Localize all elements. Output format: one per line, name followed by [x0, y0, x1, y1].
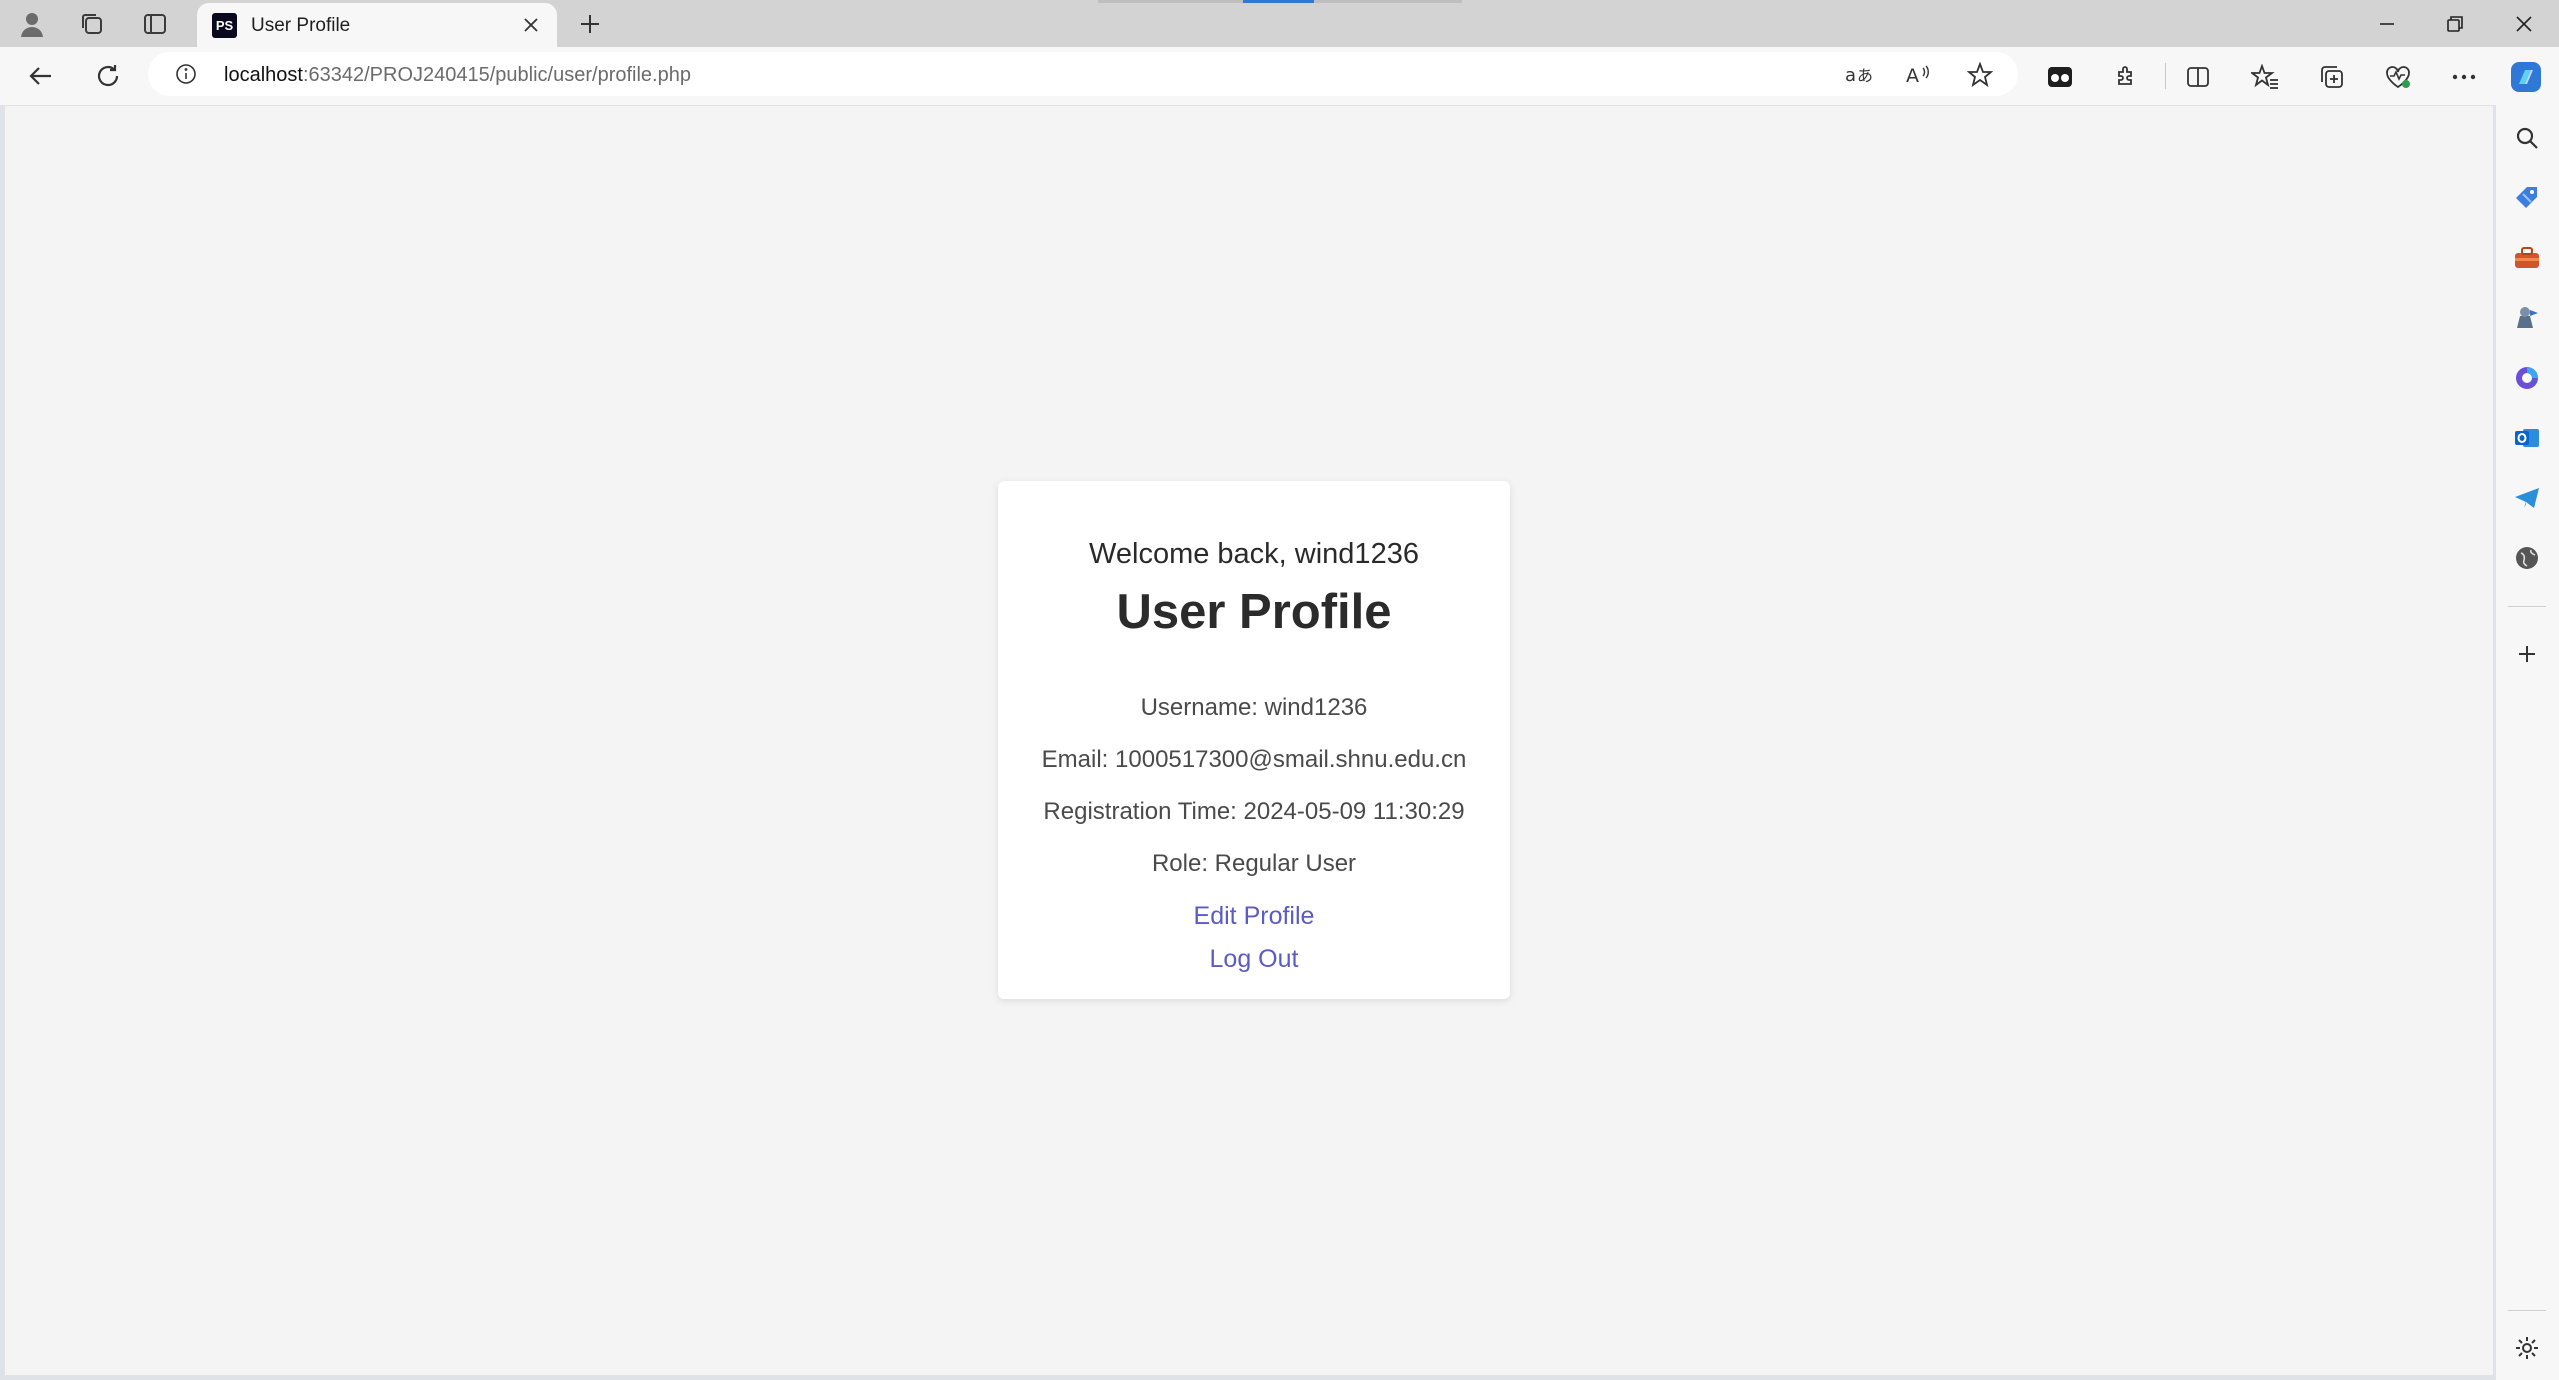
favorite-star-icon[interactable]: [1963, 58, 1997, 92]
svg-text:A: A: [1906, 65, 1919, 87]
add-icon[interactable]: [2510, 637, 2544, 671]
microsoft-365-icon[interactable]: [2510, 361, 2544, 395]
svg-text:a: a: [1845, 65, 1856, 86]
page-title: User Profile: [1116, 585, 1392, 639]
registration-time-field: Registration Time: 2024-05-09 11:30:29: [1043, 798, 1465, 825]
tools-icon[interactable]: [2510, 241, 2544, 275]
browser-essentials-icon[interactable]: [2378, 57, 2418, 97]
address-bar[interactable]: localhost:63342/PROJ240415/public/user/p…: [148, 52, 2018, 96]
sidebar-separator: [2508, 1310, 2546, 1311]
close-icon[interactable]: [517, 11, 545, 39]
log-out-link[interactable]: Log Out: [998, 945, 1510, 974]
refresh-icon[interactable]: [88, 56, 128, 96]
workspaces-icon[interactable]: [74, 6, 110, 42]
sidebar-separator: [2508, 606, 2546, 607]
settings-icon[interactable]: [2510, 1331, 2544, 1365]
welcome-message: Welcome back, wind1236: [1089, 538, 1419, 570]
globe-icon[interactable]: [2510, 541, 2544, 575]
tab-title: User Profile: [251, 15, 351, 36]
favorites-icon[interactable]: [2245, 57, 2285, 97]
email-field: Email: 1000517300@smail.shnu.edu.cn: [1041, 746, 1467, 773]
extensions-icon[interactable]: [2106, 57, 2146, 97]
phpstorm-favicon-icon: PS: [212, 13, 237, 38]
minimize-icon[interactable]: [2352, 0, 2422, 47]
tab-user-profile[interactable]: PS User Profile: [197, 3, 557, 47]
shopping-tag-icon[interactable]: [2510, 181, 2544, 215]
extension-icon[interactable]: [2040, 57, 2080, 97]
telegram-icon[interactable]: [2510, 481, 2544, 515]
split-screen-icon[interactable]: [2178, 57, 2218, 97]
toolbar-separator: [2165, 63, 2166, 89]
read-aloud-icon[interactable]: A: [1902, 58, 1936, 92]
profile-icon[interactable]: [14, 6, 50, 42]
translate-icon[interactable]: aあ: [1842, 58, 1876, 92]
profile-card: Welcome back, wind1236 User Profile User…: [998, 481, 1510, 999]
tab-strip: PS User Profile: [0, 0, 2559, 47]
role-field: Role: Regular User: [1151, 850, 1357, 877]
collections-icon[interactable]: [2312, 57, 2352, 97]
back-icon[interactable]: [21, 56, 61, 96]
tab-strip-indicator-active: [1243, 0, 1314, 3]
tab-actions-icon[interactable]: [137, 6, 173, 42]
page-viewport: Welcome back, wind1236 User Profile User…: [4, 105, 2494, 1376]
username-field: Username: wind1236: [1140, 694, 1368, 721]
search-icon[interactable]: [2510, 121, 2544, 155]
url-path: :63342/PROJ240415/public/user/profile.ph…: [302, 64, 691, 86]
edge-sidebar: [2496, 105, 2559, 1380]
new-tab-icon[interactable]: [572, 6, 608, 42]
outlook-icon[interactable]: [2510, 421, 2544, 455]
games-icon[interactable]: [2510, 301, 2544, 335]
browser-toolbar: localhost:63342/PROJ240415/public/user/p…: [0, 47, 2559, 105]
svg-text:あ: あ: [1857, 66, 1873, 85]
copilot-icon[interactable]: [2506, 57, 2546, 97]
restore-icon[interactable]: [2420, 0, 2490, 47]
url-text[interactable]: localhost:63342/PROJ240415/public/user/p…: [224, 64, 691, 87]
info-icon[interactable]: [174, 62, 198, 86]
edit-profile-link[interactable]: Edit Profile: [998, 902, 1510, 931]
more-icon[interactable]: [2444, 57, 2484, 97]
url-host: localhost: [224, 64, 303, 86]
close-icon[interactable]: [2489, 0, 2559, 47]
